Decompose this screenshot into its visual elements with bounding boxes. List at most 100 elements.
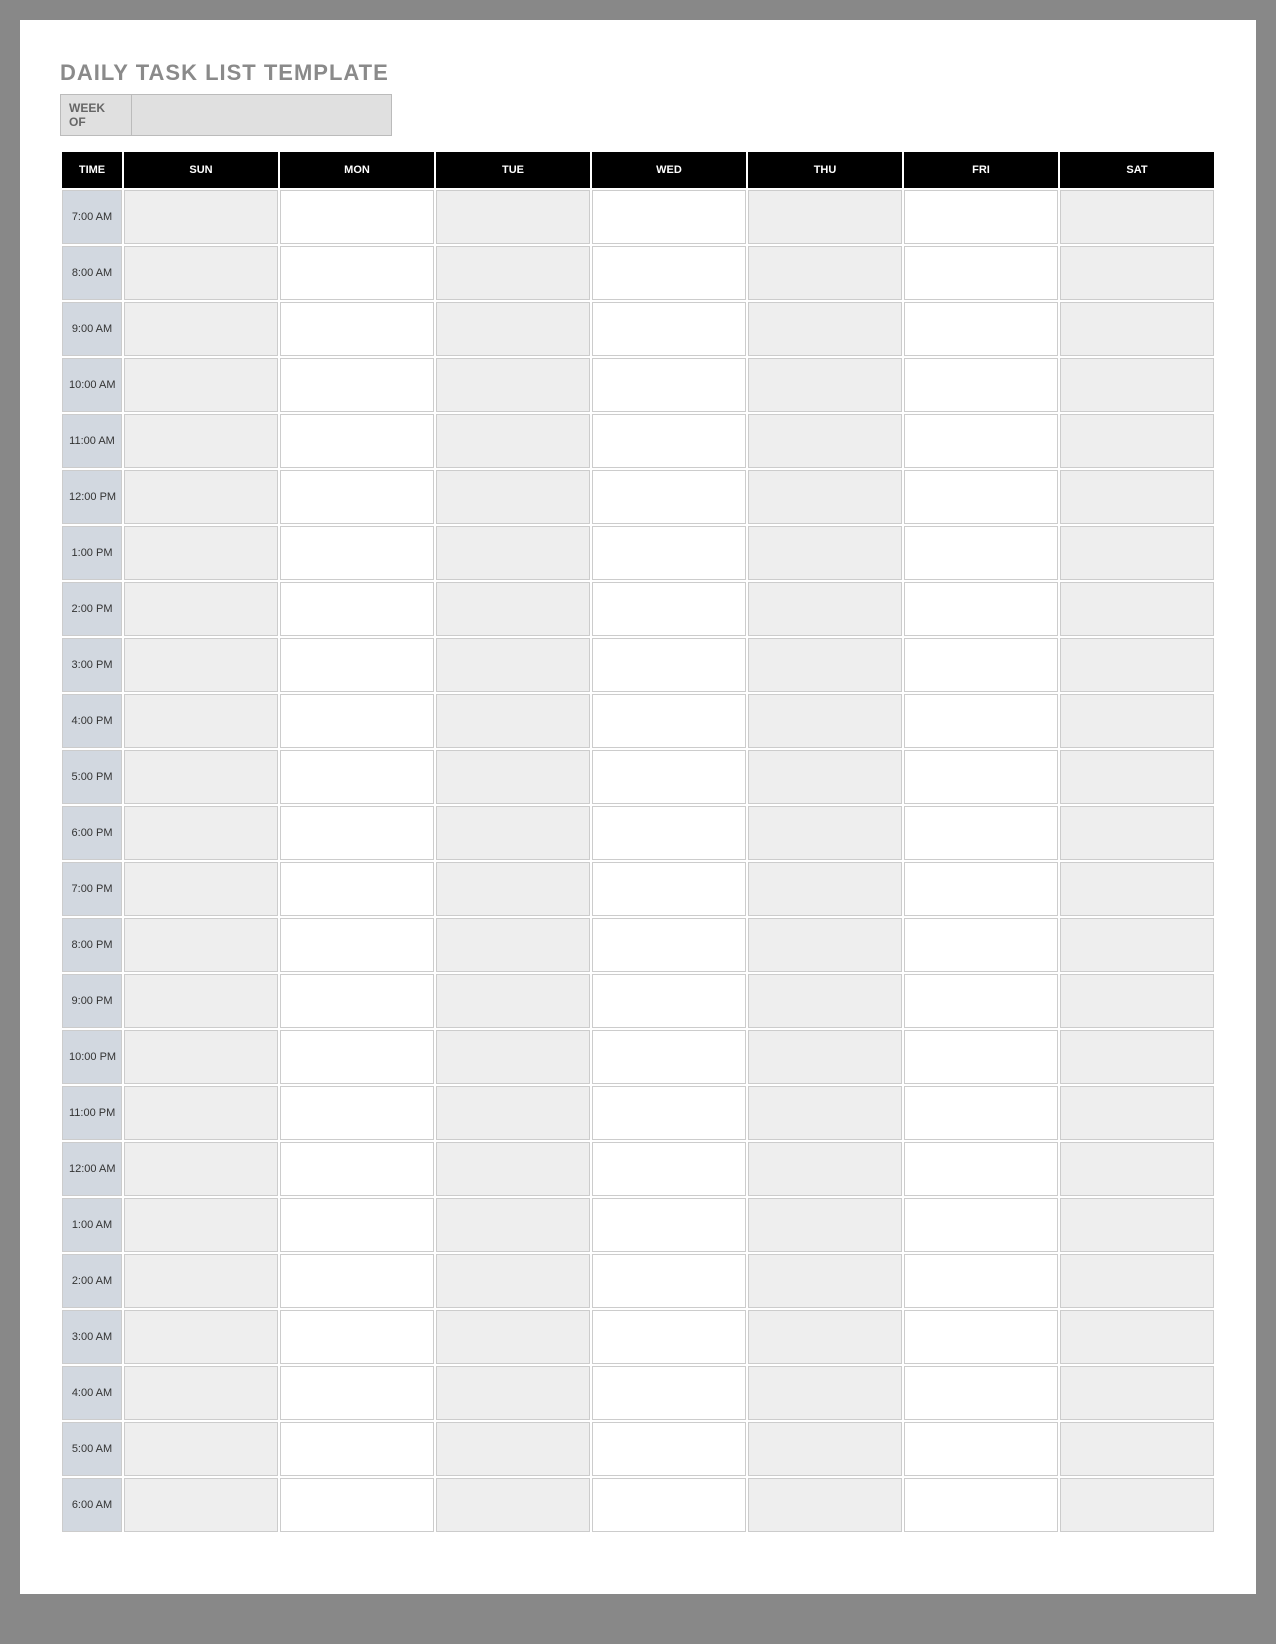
task-cell[interactable] bbox=[904, 190, 1058, 244]
task-cell[interactable] bbox=[904, 582, 1058, 636]
task-cell[interactable] bbox=[748, 1478, 902, 1532]
task-cell[interactable] bbox=[592, 526, 746, 580]
task-cell[interactable] bbox=[280, 1198, 434, 1252]
task-cell[interactable] bbox=[1060, 918, 1214, 972]
task-cell[interactable] bbox=[436, 246, 590, 300]
task-cell[interactable] bbox=[748, 862, 902, 916]
task-cell[interactable] bbox=[592, 1254, 746, 1308]
task-cell[interactable] bbox=[748, 1030, 902, 1084]
task-cell[interactable] bbox=[1060, 470, 1214, 524]
task-cell[interactable] bbox=[748, 1142, 902, 1196]
task-cell[interactable] bbox=[124, 582, 278, 636]
task-cell[interactable] bbox=[904, 1030, 1058, 1084]
task-cell[interactable] bbox=[592, 582, 746, 636]
task-cell[interactable] bbox=[124, 694, 278, 748]
task-cell[interactable] bbox=[904, 1198, 1058, 1252]
task-cell[interactable] bbox=[124, 190, 278, 244]
task-cell[interactable] bbox=[748, 806, 902, 860]
task-cell[interactable] bbox=[748, 302, 902, 356]
task-cell[interactable] bbox=[592, 414, 746, 468]
task-cell[interactable] bbox=[592, 358, 746, 412]
task-cell[interactable] bbox=[748, 1086, 902, 1140]
task-cell[interactable] bbox=[436, 806, 590, 860]
task-cell[interactable] bbox=[748, 470, 902, 524]
task-cell[interactable] bbox=[904, 694, 1058, 748]
task-cell[interactable] bbox=[436, 638, 590, 692]
task-cell[interactable] bbox=[124, 1254, 278, 1308]
task-cell[interactable] bbox=[592, 918, 746, 972]
task-cell[interactable] bbox=[280, 1478, 434, 1532]
task-cell[interactable] bbox=[280, 806, 434, 860]
task-cell[interactable] bbox=[592, 1030, 746, 1084]
task-cell[interactable] bbox=[748, 526, 902, 580]
task-cell[interactable] bbox=[436, 918, 590, 972]
task-cell[interactable] bbox=[748, 582, 902, 636]
task-cell[interactable] bbox=[436, 414, 590, 468]
task-cell[interactable] bbox=[1060, 806, 1214, 860]
task-cell[interactable] bbox=[904, 1254, 1058, 1308]
task-cell[interactable] bbox=[904, 1086, 1058, 1140]
task-cell[interactable] bbox=[436, 302, 590, 356]
task-cell[interactable] bbox=[280, 470, 434, 524]
task-cell[interactable] bbox=[592, 246, 746, 300]
task-cell[interactable] bbox=[592, 694, 746, 748]
task-cell[interactable] bbox=[436, 1366, 590, 1420]
task-cell[interactable] bbox=[1060, 190, 1214, 244]
task-cell[interactable] bbox=[124, 526, 278, 580]
task-cell[interactable] bbox=[436, 1198, 590, 1252]
task-cell[interactable] bbox=[1060, 246, 1214, 300]
task-cell[interactable] bbox=[904, 750, 1058, 804]
task-cell[interactable] bbox=[280, 1254, 434, 1308]
task-cell[interactable] bbox=[592, 1478, 746, 1532]
task-cell[interactable] bbox=[904, 1422, 1058, 1476]
task-cell[interactable] bbox=[904, 414, 1058, 468]
task-cell[interactable] bbox=[124, 1142, 278, 1196]
task-cell[interactable] bbox=[436, 526, 590, 580]
task-cell[interactable] bbox=[280, 1142, 434, 1196]
task-cell[interactable] bbox=[1060, 862, 1214, 916]
task-cell[interactable] bbox=[124, 1422, 278, 1476]
task-cell[interactable] bbox=[904, 638, 1058, 692]
task-cell[interactable] bbox=[280, 1030, 434, 1084]
task-cell[interactable] bbox=[748, 414, 902, 468]
task-cell[interactable] bbox=[748, 638, 902, 692]
task-cell[interactable] bbox=[1060, 974, 1214, 1028]
task-cell[interactable] bbox=[124, 302, 278, 356]
task-cell[interactable] bbox=[904, 862, 1058, 916]
task-cell[interactable] bbox=[592, 862, 746, 916]
task-cell[interactable] bbox=[592, 1310, 746, 1364]
task-cell[interactable] bbox=[1060, 750, 1214, 804]
task-cell[interactable] bbox=[436, 358, 590, 412]
task-cell[interactable] bbox=[124, 1198, 278, 1252]
task-cell[interactable] bbox=[592, 1366, 746, 1420]
task-cell[interactable] bbox=[904, 526, 1058, 580]
task-cell[interactable] bbox=[280, 1366, 434, 1420]
task-cell[interactable] bbox=[436, 190, 590, 244]
task-cell[interactable] bbox=[436, 470, 590, 524]
task-cell[interactable] bbox=[124, 1030, 278, 1084]
task-cell[interactable] bbox=[280, 974, 434, 1028]
task-cell[interactable] bbox=[280, 358, 434, 412]
task-cell[interactable] bbox=[748, 1422, 902, 1476]
task-cell[interactable] bbox=[1060, 526, 1214, 580]
task-cell[interactable] bbox=[124, 470, 278, 524]
task-cell[interactable] bbox=[592, 1198, 746, 1252]
task-cell[interactable] bbox=[436, 750, 590, 804]
task-cell[interactable] bbox=[904, 358, 1058, 412]
task-cell[interactable] bbox=[124, 974, 278, 1028]
task-cell[interactable] bbox=[748, 694, 902, 748]
task-cell[interactable] bbox=[124, 918, 278, 972]
task-cell[interactable] bbox=[748, 918, 902, 972]
task-cell[interactable] bbox=[124, 862, 278, 916]
task-cell[interactable] bbox=[436, 1478, 590, 1532]
task-cell[interactable] bbox=[124, 638, 278, 692]
task-cell[interactable] bbox=[280, 1086, 434, 1140]
task-cell[interactable] bbox=[592, 638, 746, 692]
task-cell[interactable] bbox=[124, 358, 278, 412]
task-cell[interactable] bbox=[1060, 358, 1214, 412]
task-cell[interactable] bbox=[904, 1142, 1058, 1196]
task-cell[interactable] bbox=[280, 694, 434, 748]
task-cell[interactable] bbox=[436, 1422, 590, 1476]
task-cell[interactable] bbox=[592, 302, 746, 356]
task-cell[interactable] bbox=[592, 1422, 746, 1476]
